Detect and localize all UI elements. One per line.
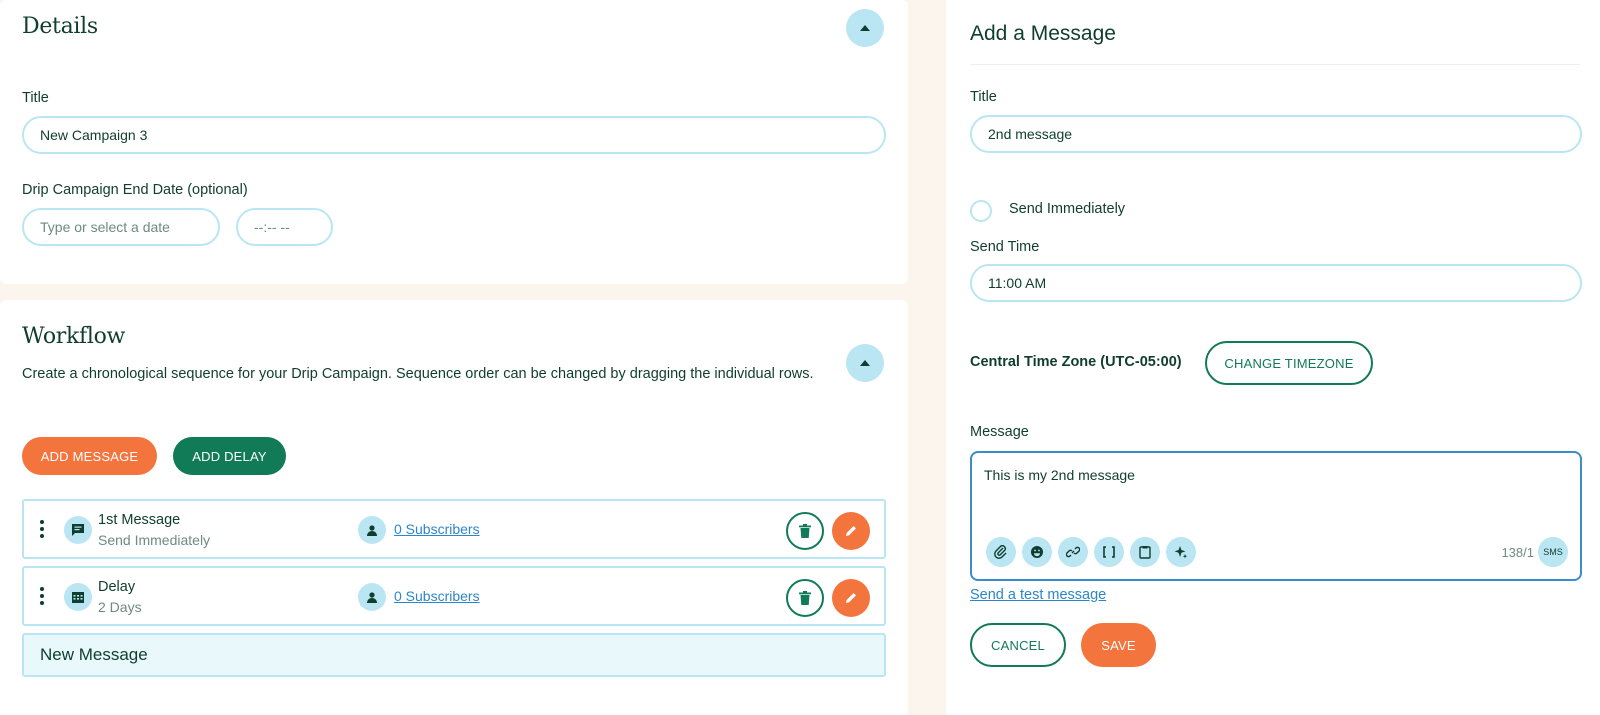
add-message-button[interactable]: ADD MESSAGE — [22, 437, 157, 475]
send-immediately-radio[interactable] — [970, 200, 992, 222]
pencil-icon — [846, 526, 856, 536]
link-icon[interactable] — [1058, 537, 1088, 567]
cancel-button[interactable]: CANCEL — [970, 623, 1066, 667]
title-label: Title — [22, 90, 49, 106]
drag-handle-icon[interactable] — [40, 520, 44, 538]
end-date-input[interactable]: Type or select a date — [22, 208, 220, 246]
message-label: Message — [970, 424, 1029, 440]
end-date-label: Drip Campaign End Date (optional) — [22, 182, 248, 198]
send-immediately-label: Send Immediately — [1009, 201, 1126, 217]
delete-row-button[interactable] — [786, 512, 824, 550]
subscribers-link[interactable]: 0 Subscribers — [394, 521, 480, 537]
add-delay-button[interactable]: ADD DELAY — [173, 437, 286, 475]
row-name: 1st Message — [98, 512, 181, 528]
end-time-input[interactable]: --:-- -- — [236, 208, 333, 246]
chat-icon — [64, 516, 92, 544]
row-subtitle: 2 Days — [98, 599, 142, 615]
subscribers-link[interactable]: 0 Subscribers — [394, 588, 480, 604]
row-subtitle: Send Immediately — [98, 532, 211, 548]
message-text[interactable]: This is my 2nd message — [984, 467, 1135, 483]
collapse-details-button[interactable] — [846, 9, 884, 47]
delete-row-button[interactable] — [786, 579, 824, 617]
send-time-input[interactable]: 11:00 AM — [970, 264, 1582, 302]
new-message-row[interactable]: New Message — [22, 633, 886, 677]
edit-row-button[interactable] — [832, 579, 870, 617]
edit-row-button[interactable] — [832, 512, 870, 550]
collapse-workflow-button[interactable] — [846, 344, 884, 382]
trash-icon — [799, 591, 811, 605]
trash-icon — [799, 524, 811, 538]
change-timezone-button[interactable]: CHANGE TIMEZONE — [1205, 341, 1373, 385]
details-card: Details Title New Campaign 3 Drip Campai… — [0, 0, 908, 284]
caret-up-icon — [860, 360, 870, 366]
workflow-description: Create a chronological sequence for your… — [22, 366, 814, 382]
send-time-label: Send Time — [970, 239, 1040, 255]
row-name: Delay — [98, 579, 136, 595]
person-icon — [358, 516, 386, 544]
sms-badge: SMS — [1538, 537, 1568, 567]
message-title-input[interactable]: 2nd message — [970, 115, 1582, 153]
sparkle-icon[interactable] — [1166, 537, 1196, 567]
campaign-title-input[interactable]: New Campaign 3 — [22, 116, 886, 154]
emoji-icon[interactable] — [1022, 537, 1052, 567]
person-icon — [358, 583, 386, 611]
message-textarea[interactable]: This is my 2nd message 138/1 SMS — [970, 451, 1582, 581]
workflow-row[interactable]: Delay 2 Days 0 Subscribers — [22, 566, 886, 626]
save-button[interactable]: SAVE — [1081, 623, 1156, 667]
message-title-label: Title — [970, 89, 997, 105]
send-test-message-link[interactable]: Send a test message — [970, 587, 1106, 603]
character-counter: 138/1 — [1501, 545, 1534, 560]
clipboard-icon[interactable] — [1130, 537, 1160, 567]
workflow-heading: Workflow — [22, 324, 126, 349]
drag-handle-icon[interactable] — [40, 587, 44, 605]
timezone-text: Central Time Zone (UTC-05:00) — [970, 354, 1182, 370]
workflow-row[interactable]: 1st Message Send Immediately 0 Subscribe… — [22, 499, 886, 559]
pencil-icon — [846, 593, 856, 603]
details-heading: Details — [22, 14, 98, 39]
attachment-icon[interactable] — [986, 537, 1016, 567]
panel-title: Add a Message — [970, 22, 1116, 45]
caret-up-icon — [860, 25, 870, 31]
divider — [970, 64, 1580, 65]
calendar-icon — [64, 583, 92, 611]
brackets-icon[interactable] — [1094, 537, 1124, 567]
